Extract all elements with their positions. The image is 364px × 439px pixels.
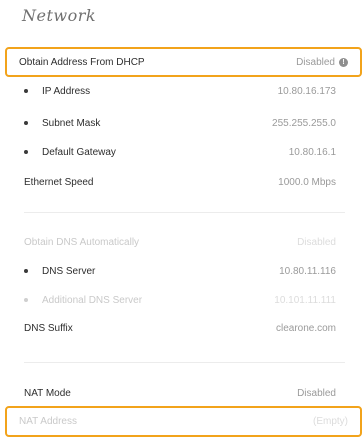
dns-server-setting[interactable]: DNS Server 10.80.11.116 bbox=[12, 256, 348, 286]
dns-auto-setting[interactable]: Obtain DNS Automatically Disabled bbox=[12, 227, 348, 257]
nat-mode-setting[interactable]: NAT Mode Disabled bbox=[12, 378, 348, 408]
additional-dns-label: Additional DNS Server bbox=[24, 295, 142, 306]
dns-suffix-label: DNS Suffix bbox=[24, 322, 73, 334]
dhcp-label: Obtain Address From DHCP bbox=[19, 56, 145, 68]
default-gateway-setting[interactable]: Default Gateway 10.80.16.1 bbox=[12, 137, 348, 167]
dns-server-label: DNS Server bbox=[24, 266, 95, 277]
section-divider bbox=[24, 212, 345, 213]
page-title: Network bbox=[22, 6, 97, 25]
nat-mode-value: Disabled bbox=[297, 387, 336, 399]
dns-server-value: 10.80.11.116 bbox=[279, 265, 336, 277]
ethernet-speed-value: 1000.0 Mbps bbox=[278, 176, 336, 188]
ip-address-label: IP Address bbox=[24, 86, 90, 97]
additional-dns-value: 10.101.11.111 bbox=[274, 294, 336, 306]
ethernet-speed-label: Ethernet Speed bbox=[24, 176, 94, 188]
dns-auto-value: Disabled bbox=[297, 236, 336, 248]
ip-address-setting[interactable]: IP Address 10.80.16.173 bbox=[12, 76, 348, 106]
nat-address-setting[interactable]: NAT Address (Empty) bbox=[5, 406, 362, 437]
default-gateway-value: 10.80.16.1 bbox=[288, 146, 336, 158]
nat-mode-label: NAT Mode bbox=[24, 387, 71, 399]
dns-suffix-setting[interactable]: DNS Suffix clearone.com bbox=[12, 313, 348, 343]
subnet-mask-label: Subnet Mask bbox=[24, 118, 100, 129]
info-icon[interactable]: ! bbox=[339, 57, 348, 67]
ethernet-speed-setting[interactable]: Ethernet Speed 1000.0 Mbps bbox=[12, 167, 348, 197]
default-gateway-label: Default Gateway bbox=[24, 147, 116, 158]
subnet-mask-value: 255.255.255.0 bbox=[272, 117, 336, 129]
nat-address-value: (Empty) bbox=[313, 416, 348, 427]
section-divider bbox=[24, 362, 345, 363]
ip-address-value: 10.80.16.173 bbox=[277, 85, 336, 97]
network-settings-panel: Network Obtain Address From DHCP Disable… bbox=[0, 0, 364, 439]
dhcp-setting[interactable]: Obtain Address From DHCP Disabled ! bbox=[5, 47, 362, 77]
nat-address-label: NAT Address bbox=[19, 416, 77, 427]
dns-suffix-value: clearone.com bbox=[275, 322, 336, 334]
dhcp-value: Disabled bbox=[296, 56, 335, 68]
additional-dns-setting[interactable]: Additional DNS Server 10.101.11.111 bbox=[12, 285, 348, 315]
dns-auto-label: Obtain DNS Automatically bbox=[24, 236, 140, 248]
subnet-mask-setting[interactable]: Subnet Mask 255.255.255.0 bbox=[12, 108, 348, 138]
